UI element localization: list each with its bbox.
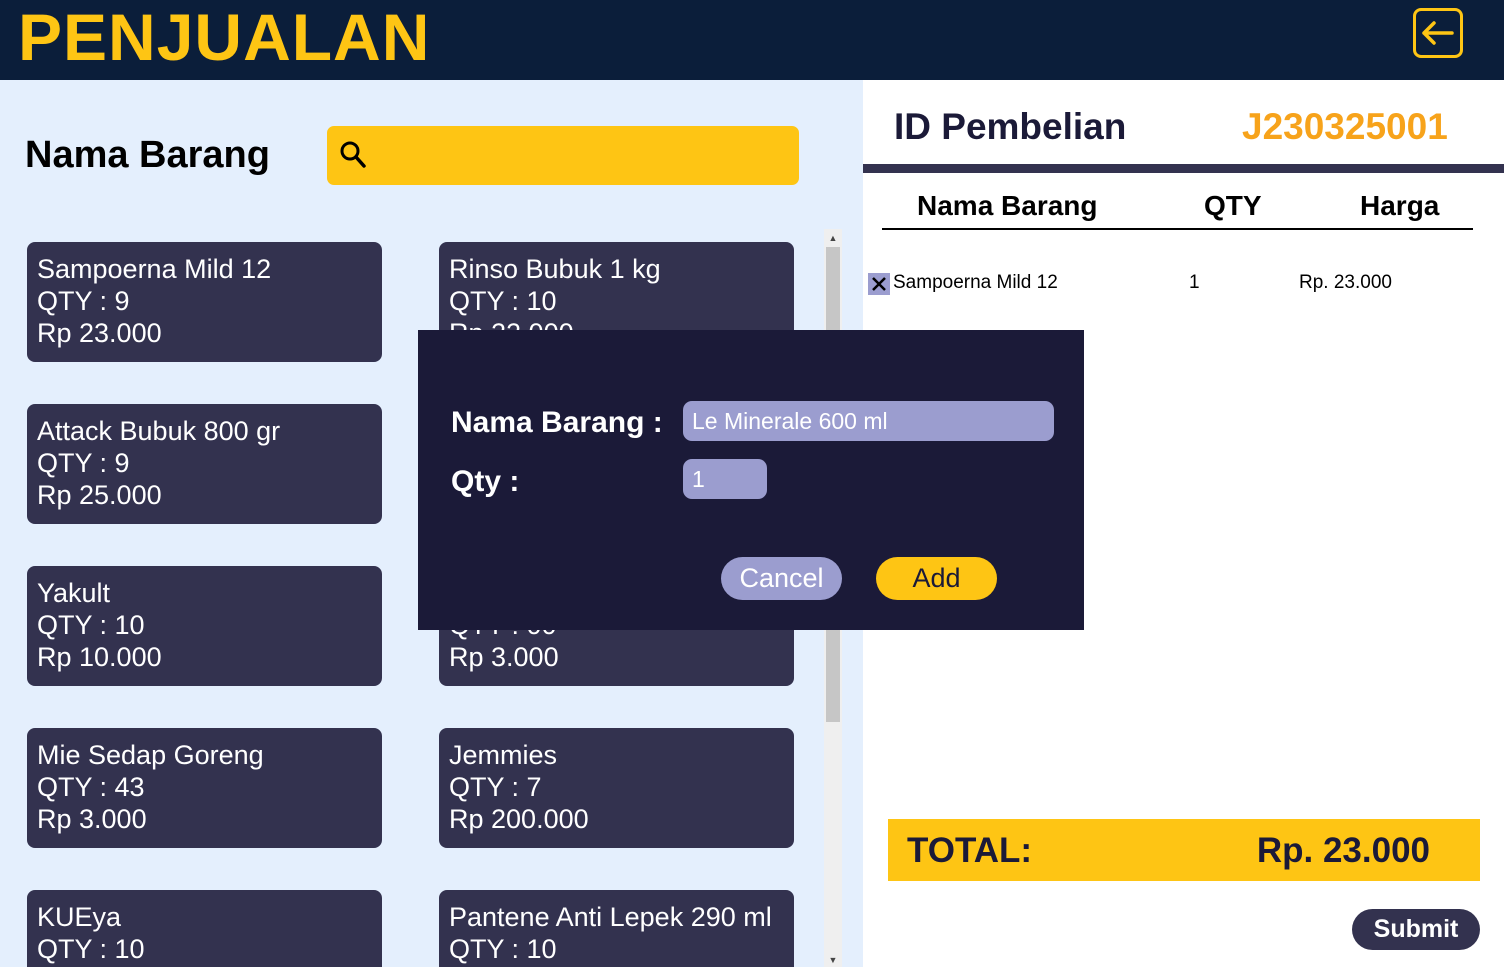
scroll-down-icon[interactable]: ▼ xyxy=(824,953,842,967)
product-price: Rp 3.000 xyxy=(37,804,147,834)
product-price: Rp 10.000 xyxy=(37,642,162,672)
product-qty: QTY : 10 xyxy=(37,934,145,964)
product-qty: QTY : 43 xyxy=(37,772,145,802)
column-header-name: Nama Barang xyxy=(917,190,1098,221)
product-name: Sampoerna Mild 12 xyxy=(37,254,272,284)
table-divider xyxy=(882,228,1473,230)
search-icon xyxy=(340,141,366,168)
dialog-qty-label: Qty : xyxy=(451,465,520,498)
product-price: Rp 23.000 xyxy=(37,318,162,348)
product-name: KUEya xyxy=(37,902,122,932)
submit-button[interactable]: Submit xyxy=(1352,909,1480,950)
item-qty-field[interactable] xyxy=(683,459,767,499)
search-bar[interactable] xyxy=(327,126,799,185)
remove-item-button[interactable] xyxy=(868,273,890,295)
header-divider xyxy=(863,164,1504,173)
dialog-name-label: Nama Barang : xyxy=(451,406,663,439)
product-qty: QTY : 10 xyxy=(449,934,557,964)
cart-item-qty: 1 xyxy=(1189,272,1200,293)
product-name: Pantene Anti Lepek 290 ml xyxy=(449,902,772,932)
total-label: TOTAL: xyxy=(907,831,1033,870)
app-header: PENJUALAN xyxy=(0,0,1504,80)
product-price: Rp 3.000 xyxy=(449,642,559,672)
product-name: Mie Sedap Goreng xyxy=(37,740,264,770)
total-bar: TOTAL: Rp. 23.000 xyxy=(888,819,1480,881)
product-price: Rp 25.000 xyxy=(37,480,162,510)
close-icon xyxy=(872,277,886,291)
product-name: Attack Bubuk 800 gr xyxy=(37,416,281,446)
cancel-button[interactable]: Cancel xyxy=(721,557,842,600)
product-name: Yakult xyxy=(37,578,111,608)
search-label: Nama Barang xyxy=(25,134,270,176)
add-item-dialog: Nama Barang : Qty : Cancel Add xyxy=(418,330,1084,630)
arrow-left-icon xyxy=(1422,21,1454,45)
product-qty: QTY : 9 xyxy=(37,448,130,478)
product-price: Rp 200.000 xyxy=(449,804,589,834)
search-input[interactable] xyxy=(377,136,791,176)
purchase-id-value: J230325001 xyxy=(1242,106,1448,147)
product-card[interactable]: Jemmies QTY : 7 Rp 200.000 xyxy=(439,728,794,848)
product-qty: QTY : 9 xyxy=(37,286,130,316)
product-name: Rinso Bubuk 1 kg xyxy=(449,254,661,284)
product-card[interactable]: Sampoerna Mild 12 QTY : 9 Rp 23.000 xyxy=(27,242,382,362)
product-card[interactable]: Attack Bubuk 800 gr QTY : 9 Rp 25.000 xyxy=(27,404,382,524)
product-card[interactable]: Pantene Anti Lepek 290 ml QTY : 10 xyxy=(439,890,794,967)
product-qty: QTY : 10 xyxy=(37,610,145,640)
product-qty: QTY : 7 xyxy=(449,772,542,802)
purchase-id-label: ID Pembelian xyxy=(894,106,1127,147)
item-name-field[interactable] xyxy=(683,401,1054,441)
cart-item-name: Sampoerna Mild 12 xyxy=(893,272,1058,293)
product-card[interactable]: Mie Sedap Goreng QTY : 43 Rp 3.000 xyxy=(27,728,382,848)
product-card[interactable]: KUEya QTY : 10 xyxy=(27,890,382,967)
column-header-price: Harga xyxy=(1360,190,1440,221)
add-button[interactable]: Add xyxy=(876,557,997,600)
app-title: PENJUALAN xyxy=(18,0,431,74)
total-value: Rp. 23.000 xyxy=(1256,831,1430,870)
product-card[interactable]: Yakult QTY : 10 Rp 10.000 xyxy=(27,566,382,686)
product-name: Jemmies xyxy=(449,740,558,770)
product-qty: QTY : 10 xyxy=(449,286,557,316)
column-header-qty: QTY xyxy=(1204,190,1262,221)
cart-item-price: Rp. 23.000 xyxy=(1299,272,1392,293)
scroll-up-icon[interactable]: ▲ xyxy=(824,231,842,245)
back-button[interactable] xyxy=(1413,8,1463,58)
